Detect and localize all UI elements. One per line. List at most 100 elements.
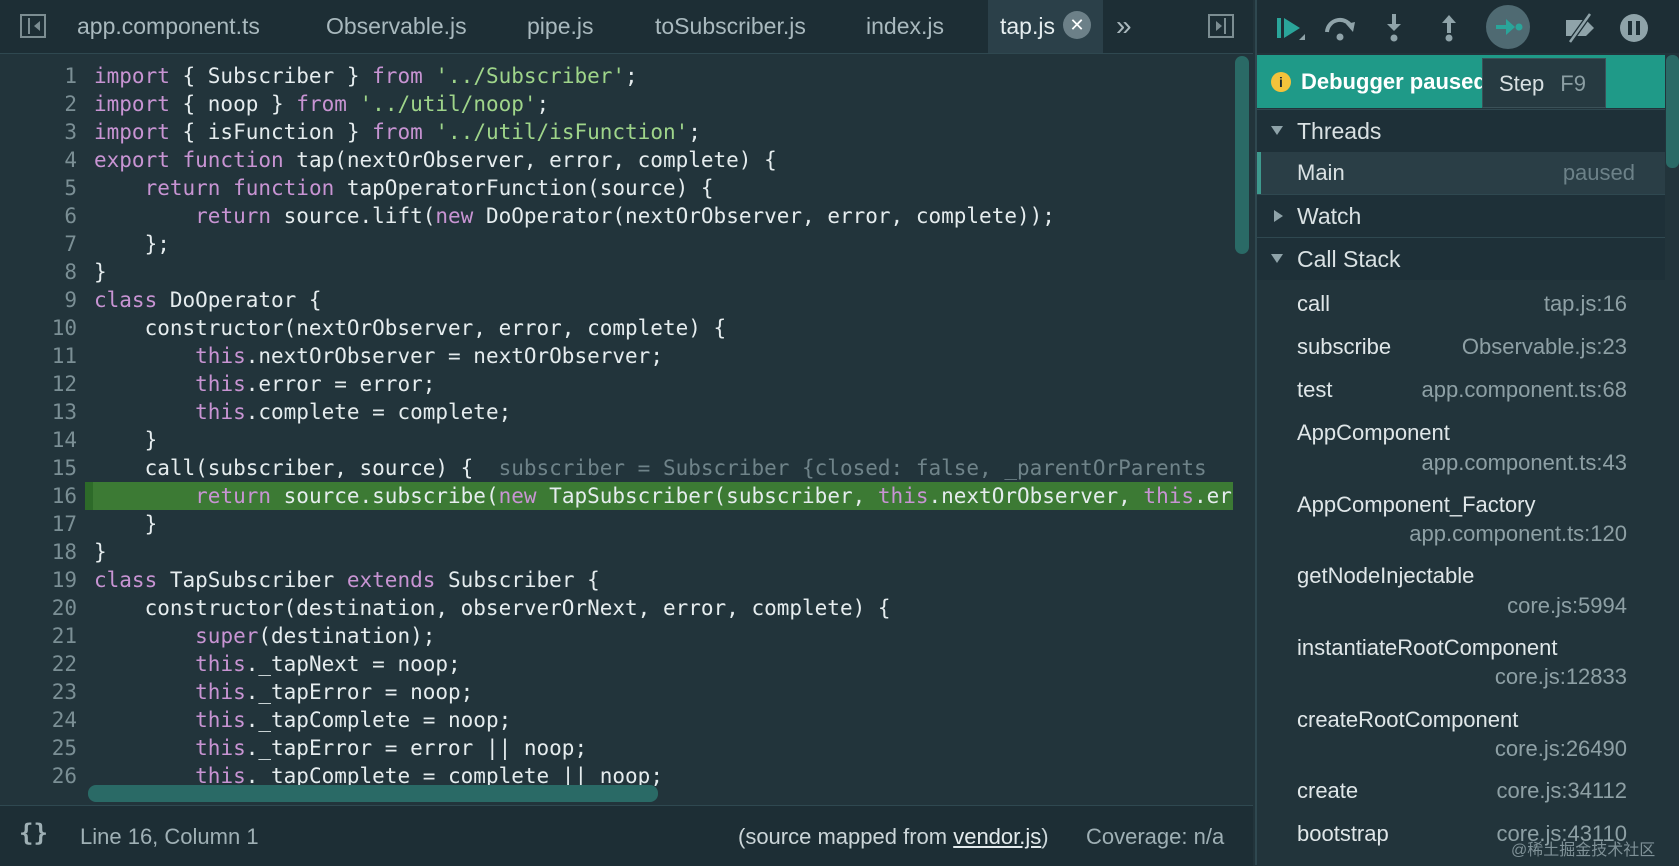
frame-name[interactable]: create (1297, 778, 1358, 804)
line-number[interactable]: 22 (0, 650, 77, 678)
step-out-icon[interactable] (1431, 10, 1467, 46)
code-line[interactable]: 1 import { Subscriber } from '../Subscrib… (0, 62, 1233, 90)
line-number[interactable]: 1 (0, 62, 77, 90)
tab-tosubscriber[interactable]: toSubscriber.js (655, 0, 806, 53)
code-line[interactable]: 23 this._tapError = noop; (0, 678, 1233, 706)
code-line[interactable]: 12 this.error = error; (0, 370, 1233, 398)
frame-name[interactable]: getNodeInjectable (1297, 563, 1474, 589)
line-number[interactable]: 7 (0, 230, 77, 258)
line-number[interactable]: 5 (0, 174, 77, 202)
code-view[interactable]: 1 import { Subscriber } from '../Subscrib… (0, 60, 1233, 795)
code-line[interactable]: 21 super(destination); (0, 622, 1233, 650)
tab-tap-active[interactable]: tap.js ✕ (988, 0, 1103, 53)
code-line[interactable]: 14 } (0, 426, 1233, 454)
expanded-arrow-icon (1271, 254, 1283, 264)
frame-name[interactable]: createRootComponent (1297, 707, 1518, 733)
line-source: call(subscriber, source) { subscriber = … (94, 456, 1207, 480)
code-line[interactable]: 3 import { isFunction } from '../util/isF… (0, 118, 1233, 146)
line-number[interactable]: 17 (0, 510, 77, 538)
callstack-section-header[interactable]: Call Stack (1257, 237, 1665, 280)
line-number[interactable]: 13 (0, 398, 77, 426)
line-number[interactable]: 15 (0, 454, 77, 482)
line-source: return source.lift(new DoOperator(nextOr… (195, 204, 1055, 228)
code-line[interactable]: 25 this._tapError = error || noop; (0, 734, 1233, 762)
frame-location: app.component.ts:120 (1409, 521, 1627, 546)
tab-app-component[interactable]: app.component.ts (77, 0, 260, 53)
line-number[interactable]: 20 (0, 594, 77, 622)
line-number[interactable]: 27 (0, 790, 77, 795)
code-line[interactable]: 19 class TapSubscriber extends Subscriber… (0, 566, 1233, 594)
frame-location: core.js:34112 (1496, 778, 1627, 803)
watch-section-header[interactable]: Watch (1257, 194, 1665, 237)
pretty-print-icon[interactable]: {} (19, 819, 48, 847)
code-line[interactable]: 13 this.complete = complete; (0, 398, 1233, 426)
step-over-icon[interactable] (1322, 10, 1358, 46)
line-number[interactable]: 4 (0, 146, 77, 174)
line-number[interactable]: 21 (0, 622, 77, 650)
source-mapped-prefix: (source mapped from (738, 824, 954, 849)
code-line[interactable]: 4 export function tap(nextOrObserver, err… (0, 146, 1233, 174)
step-into-icon[interactable] (1376, 10, 1412, 46)
line-number[interactable]: 26 (0, 762, 77, 790)
code-line[interactable]: 6 return source.lift(new DoOperator(next… (0, 202, 1233, 230)
line-number[interactable]: 3 (0, 118, 77, 146)
vertical-scrollbar[interactable] (1235, 56, 1249, 254)
thread-main[interactable]: Main paused (1257, 152, 1665, 194)
code-line[interactable]: 11 this.nextOrObserver = nextOrObserver; (0, 342, 1233, 370)
horizontal-scrollbar[interactable] (88, 785, 658, 802)
frame-name[interactable]: instantiateRootComponent (1297, 635, 1558, 661)
frame-name[interactable]: call (1297, 291, 1330, 317)
line-number[interactable]: 6 (0, 202, 77, 230)
code-line[interactable]: 18} (0, 538, 1233, 566)
pause-on-exceptions-icon[interactable] (1616, 10, 1652, 46)
tab-overflow-icon[interactable]: » (1116, 10, 1132, 42)
code-line[interactable]: 9 class DoOperator { (0, 286, 1233, 314)
code-line[interactable]: 2 import { noop } from '../util/noop'; (0, 90, 1233, 118)
deactivate-breakpoints-icon[interactable] (1562, 10, 1598, 46)
frame-name[interactable]: test (1297, 377, 1332, 403)
debugger-scrollbar[interactable] (1666, 55, 1679, 168)
frame-location: core.js:12833 (1494, 664, 1627, 689)
resume-icon[interactable] (1271, 10, 1307, 46)
line-source: } (94, 540, 107, 564)
toggle-sidebar-icon[interactable] (20, 14, 46, 38)
line-number[interactable]: 10 (0, 314, 77, 342)
current-code-line[interactable]: 16 return source.subscribe(new TapSubscr… (0, 482, 1233, 510)
frame-name[interactable]: AppComponent_Factory (1297, 492, 1535, 518)
line-number[interactable]: 19 (0, 566, 77, 594)
code-line[interactable]: 5 return function tapOperatorFunction(so… (0, 174, 1233, 202)
line-number[interactable]: 16 (0, 482, 77, 510)
tab-pipe[interactable]: pipe.js (527, 0, 593, 53)
step-icon[interactable] (1486, 5, 1530, 49)
code-line[interactable]: 15 call(subscriber, source) { subscriber… (0, 454, 1233, 482)
line-number[interactable]: 23 (0, 678, 77, 706)
line-number[interactable]: 9 (0, 286, 77, 314)
threads-label: Threads (1297, 118, 1382, 144)
line-number[interactable]: 12 (0, 370, 77, 398)
line-number[interactable]: 11 (0, 342, 77, 370)
frame-location: core.js:5994 (1507, 593, 1627, 618)
line-number[interactable]: 18 (0, 538, 77, 566)
line-number[interactable]: 14 (0, 426, 77, 454)
source-map-link[interactable]: vendor.js (953, 824, 1041, 849)
tab-observable[interactable]: Observable.js (326, 0, 467, 53)
code-line[interactable]: 8} (0, 258, 1233, 286)
line-number[interactable]: 25 (0, 734, 77, 762)
code-line[interactable]: 24 this._tapComplete = noop; (0, 706, 1233, 734)
close-icon[interactable]: ✕ (1062, 10, 1091, 39)
line-number[interactable]: 2 (0, 90, 77, 118)
threads-section-header[interactable]: Threads (1257, 109, 1665, 152)
frame-name[interactable]: AppComponent (1297, 420, 1450, 446)
code-line[interactable]: 7 }; (0, 230, 1233, 258)
toggle-debugger-icon[interactable] (1208, 14, 1234, 38)
line-number[interactable]: 8 (0, 258, 77, 286)
line-number[interactable]: 24 (0, 706, 77, 734)
code-line[interactable]: 10 constructor(nextOrObserver, error, co… (0, 314, 1233, 342)
code-line[interactable]: 17 } (0, 510, 1233, 538)
code-line[interactable]: 22 this._tapNext = noop; (0, 650, 1233, 678)
frame-name[interactable]: bootstrap (1297, 821, 1389, 847)
tab-index[interactable]: index.js (866, 0, 944, 53)
frame-name[interactable]: subscribe (1297, 334, 1391, 360)
code-line[interactable]: 20 constructor(destination, observerOrNe… (0, 594, 1233, 622)
frame-location: app.component.ts:43 (1421, 450, 1627, 475)
